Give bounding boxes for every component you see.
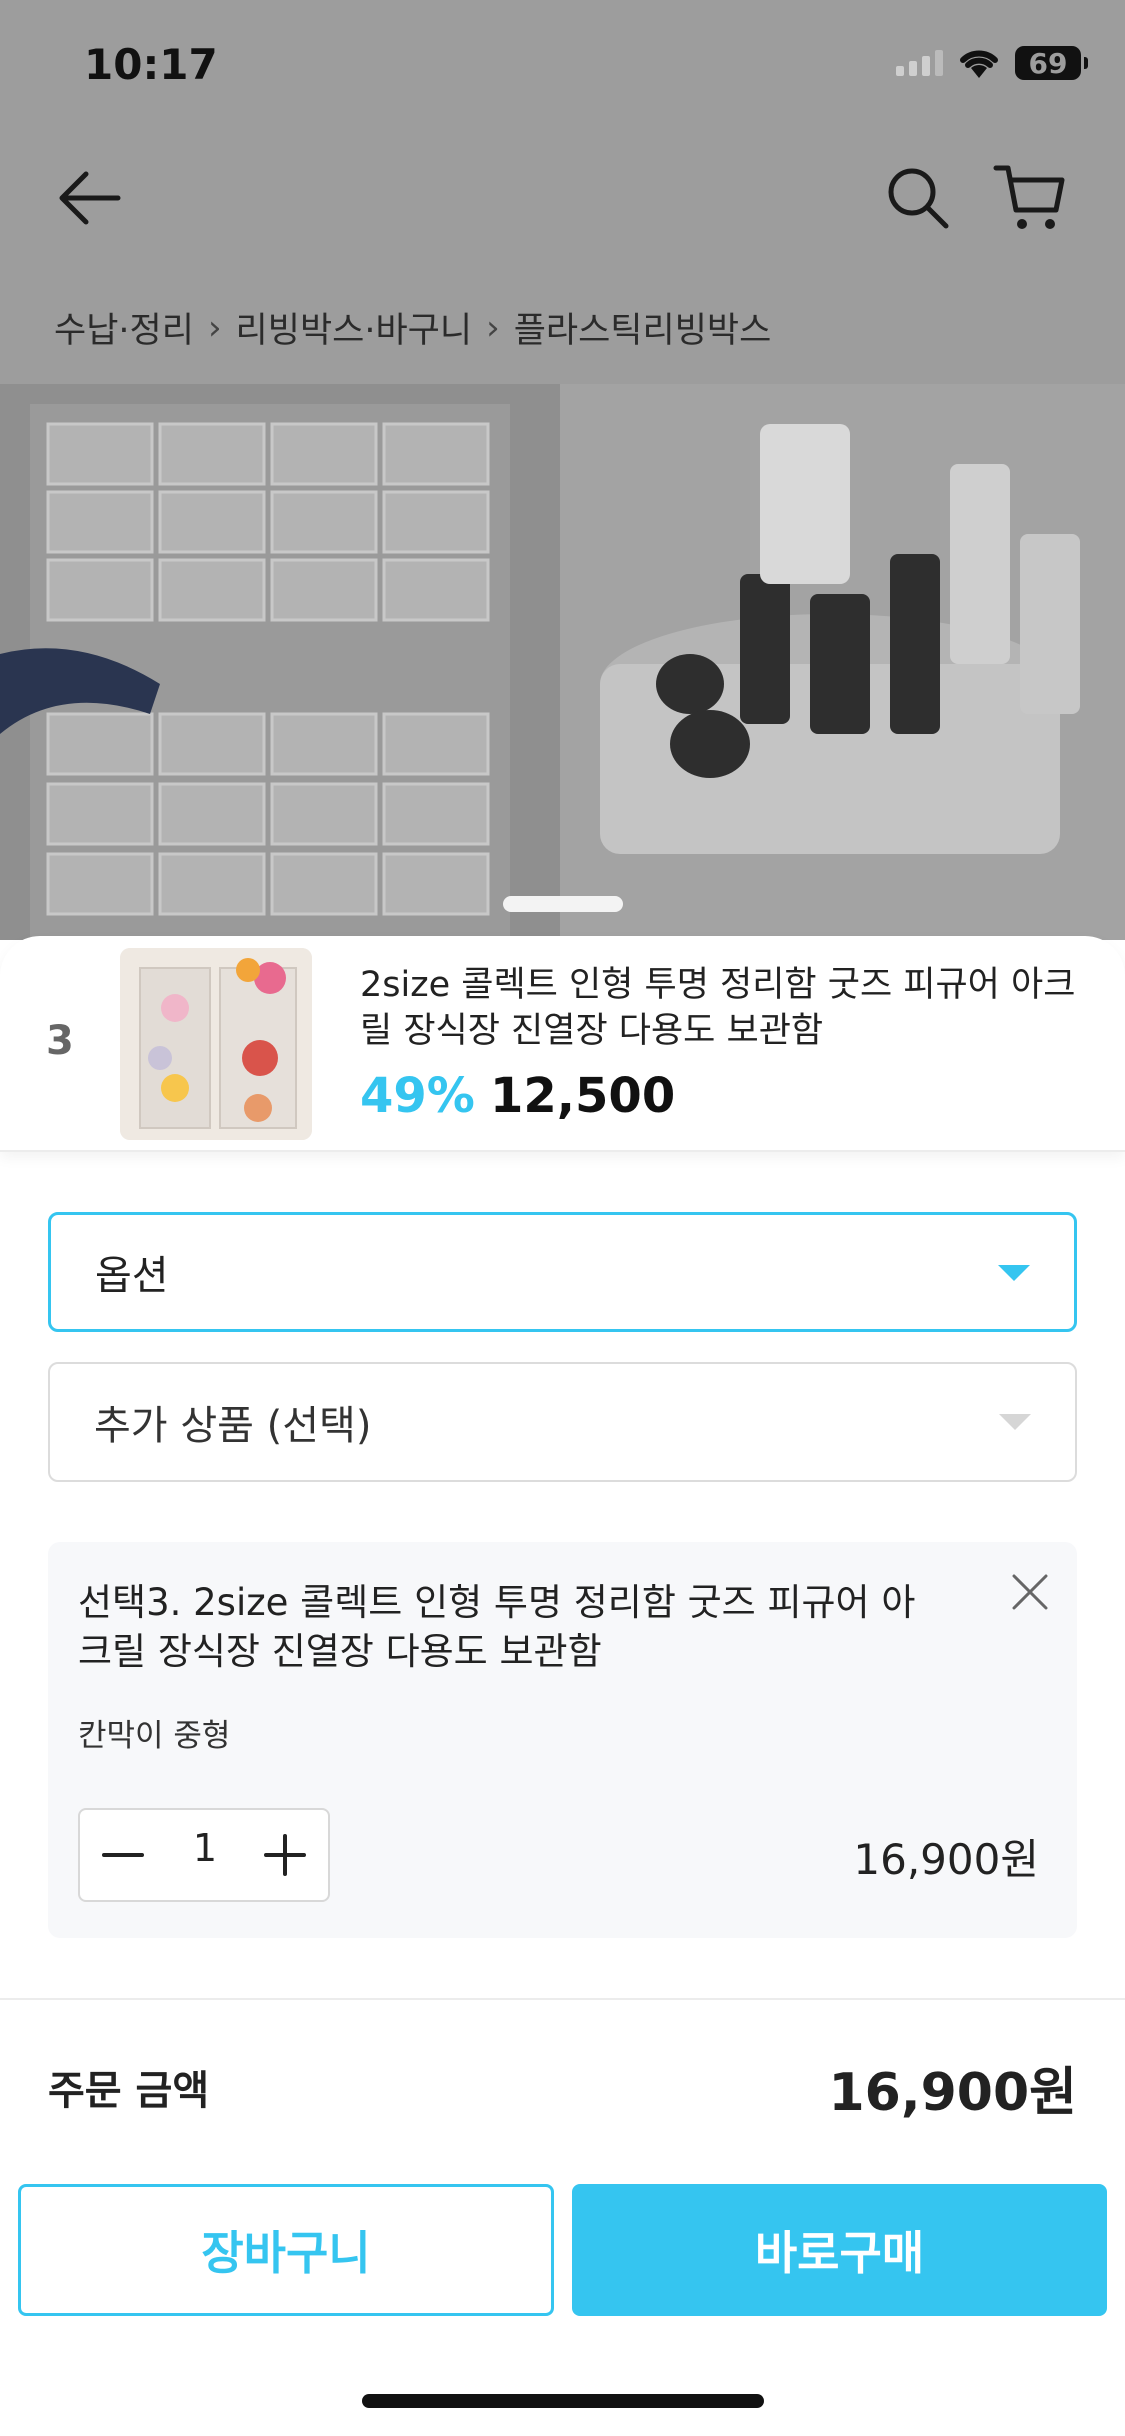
breadcrumb-item[interactable]: 수납·정리 xyxy=(54,302,194,353)
cellular-signal-icon xyxy=(896,50,943,76)
add-to-cart-button[interactable]: 장바구니 xyxy=(18,2184,554,2316)
caret-down-icon xyxy=(999,1414,1031,1430)
product-title: 2size 콜렉트 인형 투명 정리함 굿즈 피규어 아크릴 장식장 진열장 다… xyxy=(360,965,1076,1051)
chevron-right-icon: › xyxy=(207,307,222,348)
breadcrumb-item[interactable]: 플라스틱리빙박스 xyxy=(514,302,772,353)
quantity-value[interactable]: 1 xyxy=(160,1826,250,1870)
option-select[interactable]: 옵션 xyxy=(48,1212,1077,1332)
product-index: 3 xyxy=(46,1018,74,1064)
arrow-left-icon[interactable] xyxy=(50,158,130,238)
status-time: 10:17 xyxy=(84,40,218,89)
breadcrumb: 수납·정리 › 리빙박스·바구니 › 플라스틱리빙박스 xyxy=(54,302,771,353)
product-image-carousel[interactable] xyxy=(0,384,1125,940)
discount-rate: 49% xyxy=(360,1068,475,1124)
divider xyxy=(0,1998,1125,2000)
chevron-right-icon: › xyxy=(486,307,500,348)
caret-down-icon xyxy=(998,1265,1030,1281)
home-indicator[interactable] xyxy=(362,2394,764,2408)
selected-option-title: 선택3. 2size 콜렉트 인형 투명 정리함 굿즈 피규어 아크릴 장식장 … xyxy=(78,1581,916,1673)
minus-icon[interactable] xyxy=(88,1810,158,1900)
status-icons: 69 xyxy=(896,46,1088,80)
order-amount-value: 16,900원 xyxy=(828,2063,1077,2123)
cart-icon[interactable] xyxy=(990,158,1070,238)
battery-icon: 69 xyxy=(1015,46,1088,80)
selected-option-price: 16,900원 xyxy=(853,1835,1039,1884)
close-icon[interactable] xyxy=(1006,1568,1054,1616)
wifi-icon xyxy=(960,50,998,78)
breadcrumb-item[interactable]: 리빙박스·바구니 xyxy=(236,302,473,353)
extra-product-select[interactable]: 추가 상품 (선택) xyxy=(48,1362,1077,1482)
cosmetic-organizer-photo xyxy=(560,384,1125,940)
carousel-page-indicator xyxy=(503,896,623,912)
plus-icon[interactable] xyxy=(250,1810,320,1900)
order-amount-label: 주문 금액 xyxy=(48,2068,210,2114)
product-thumbnail xyxy=(120,948,312,1140)
option-select-label: 옵션 xyxy=(95,1253,169,1299)
product-price: 12,500 xyxy=(490,1068,676,1124)
extra-product-select-label: 추가 상품 (선택) xyxy=(94,1403,372,1449)
buy-now-button[interactable]: 바로구매 xyxy=(572,2184,1107,2316)
storage-drawer-photo xyxy=(0,384,560,940)
search-icon[interactable] xyxy=(880,160,956,236)
selected-option-variant: 칸막이 중형 xyxy=(78,1718,231,1754)
